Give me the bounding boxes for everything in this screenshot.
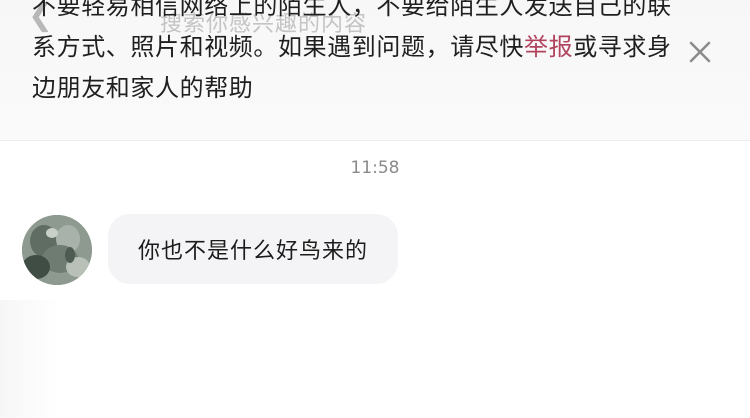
background-texture (0, 300, 60, 418)
message-text: 你也不是什么好鸟来的 (138, 239, 369, 264)
avatar-image (22, 215, 92, 285)
chat-screen: ❮ 搜索你感兴趣的内容 不要轻易相信网络上的陌生人，不要给陌生人发送自己的联系方… (0, 0, 750, 418)
message-bubble[interactable]: 你也不是什么好鸟来的 (108, 214, 399, 284)
safety-notice-text: 不要轻易相信网络上的陌生人，不要给陌生人发送自己的联系方式、照片和视频。如果遇到… (32, 0, 672, 109)
report-link[interactable]: 举报 (524, 33, 573, 61)
close-icon[interactable] (686, 38, 714, 66)
avatar[interactable] (22, 215, 92, 285)
message-timestamp: 11:58 (350, 158, 400, 178)
safety-notice-banner: ❮ 搜索你感兴趣的内容 不要轻易相信网络上的陌生人，不要给陌生人发送自己的联系方… (0, 0, 750, 141)
